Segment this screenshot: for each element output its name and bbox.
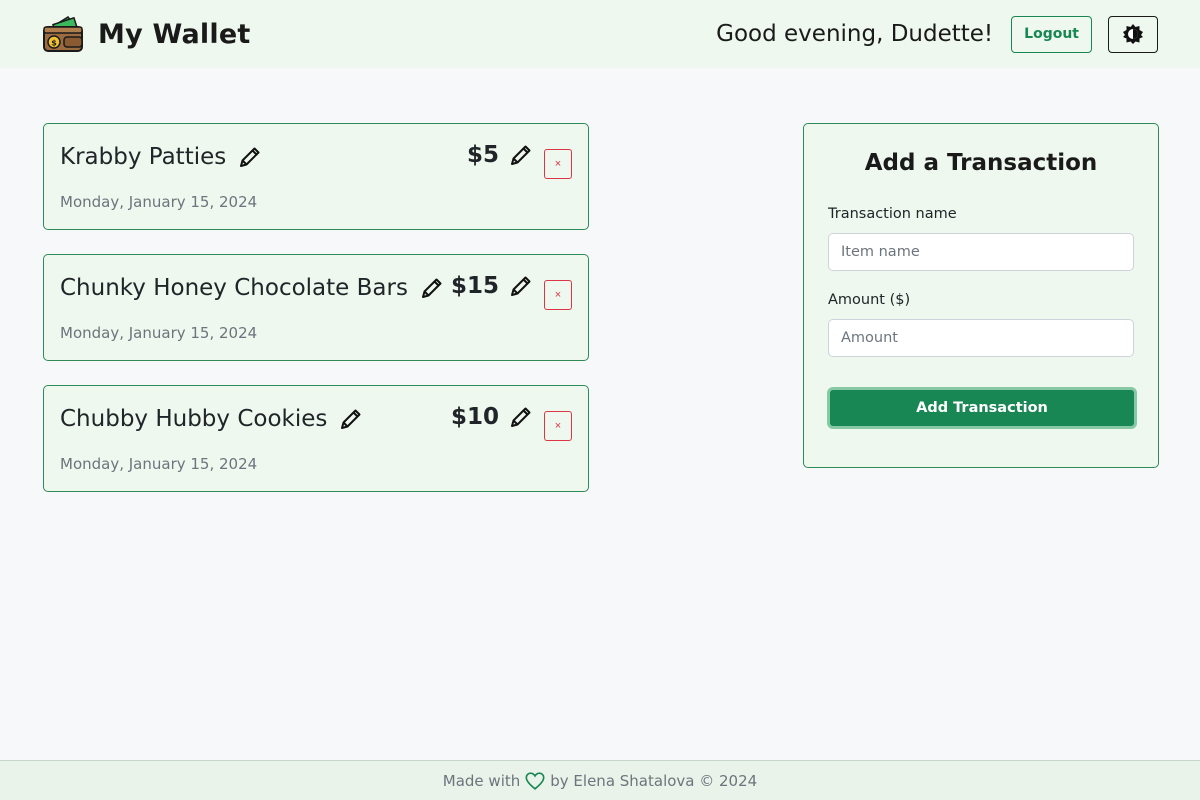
edit-amount-pencil-icon[interactable] — [509, 143, 533, 167]
transaction-date: Monday, January 15, 2024 — [60, 193, 258, 211]
edit-name-pencil-icon[interactable] — [339, 407, 363, 431]
transaction-name: Krabby Patties — [60, 144, 227, 170]
transaction-name-group: Chunky Honey Chocolate Bars — [60, 275, 444, 301]
footer-suffix: by Elena Shatalova © 2024 — [550, 771, 758, 790]
transaction-amount: $10 — [450, 404, 499, 430]
transaction-amount: $15 — [450, 273, 499, 299]
logout-button[interactable]: Logout — [1011, 15, 1092, 53]
transaction-card: Chubby Hubby Cookies $10 × Monday, Janua… — [43, 385, 589, 492]
transaction-card: Chunky Honey Chocolate Bars $15 × Monday… — [43, 254, 589, 361]
transaction-amount: $5 — [466, 142, 499, 168]
transaction-name: Chubby Hubby Cookies — [60, 406, 328, 432]
header-actions: Good evening, Dudette! Logout — [716, 15, 1158, 53]
contrast-icon — [1122, 23, 1144, 45]
edit-name-pencil-icon[interactable] — [238, 145, 262, 169]
transaction-name-group: Chubby Hubby Cookies — [60, 406, 363, 432]
transaction-amount-group: $10 — [451, 404, 533, 430]
transaction-name-label: Transaction name — [828, 206, 957, 222]
transaction-card: Krabby Patties $5 × Monday, January 15, … — [43, 123, 589, 230]
heart-icon — [524, 770, 546, 792]
svg-text:$: $ — [51, 39, 57, 48]
edit-amount-pencil-icon[interactable] — [509, 405, 533, 429]
footer-prefix: Made with — [442, 771, 521, 790]
add-transaction-button[interactable]: Add Transaction — [827, 387, 1137, 429]
transaction-name-group: Krabby Patties — [60, 144, 262, 170]
delete-transaction-button[interactable]: × — [544, 280, 572, 310]
transaction-amount-group: $5 — [467, 142, 533, 168]
footer: Made with by Elena Shatalova © 2024 — [0, 760, 1200, 800]
delete-transaction-button[interactable]: × — [544, 149, 572, 179]
transaction-date: Monday, January 15, 2024 — [60, 324, 258, 342]
transaction-name: Chunky Honey Chocolate Bars — [60, 275, 408, 301]
amount-label: Amount ($) — [828, 292, 911, 308]
edit-name-pencil-icon[interactable] — [420, 276, 444, 300]
add-transaction-form: Add a Transaction Transaction name Amoun… — [803, 123, 1159, 468]
transaction-amount-group: $15 — [451, 273, 533, 299]
delete-transaction-button[interactable]: × — [544, 411, 572, 441]
theme-toggle-button[interactable] — [1108, 15, 1158, 53]
greeting-text: Good evening, Dudette! — [716, 21, 994, 47]
transaction-name-input[interactable] — [828, 233, 1134, 271]
app-title: My Wallet — [98, 18, 251, 50]
transaction-date: Monday, January 15, 2024 — [60, 455, 258, 473]
amount-input[interactable] — [828, 319, 1134, 357]
form-title: Add a Transaction — [864, 150, 1098, 176]
edit-amount-pencil-icon[interactable] — [509, 274, 533, 298]
brand: $ My Wallet — [42, 13, 250, 55]
wallet-icon: $ — [42, 13, 84, 55]
app-header: $ My Wallet Good evening, Dudette! Logou… — [0, 0, 1200, 68]
